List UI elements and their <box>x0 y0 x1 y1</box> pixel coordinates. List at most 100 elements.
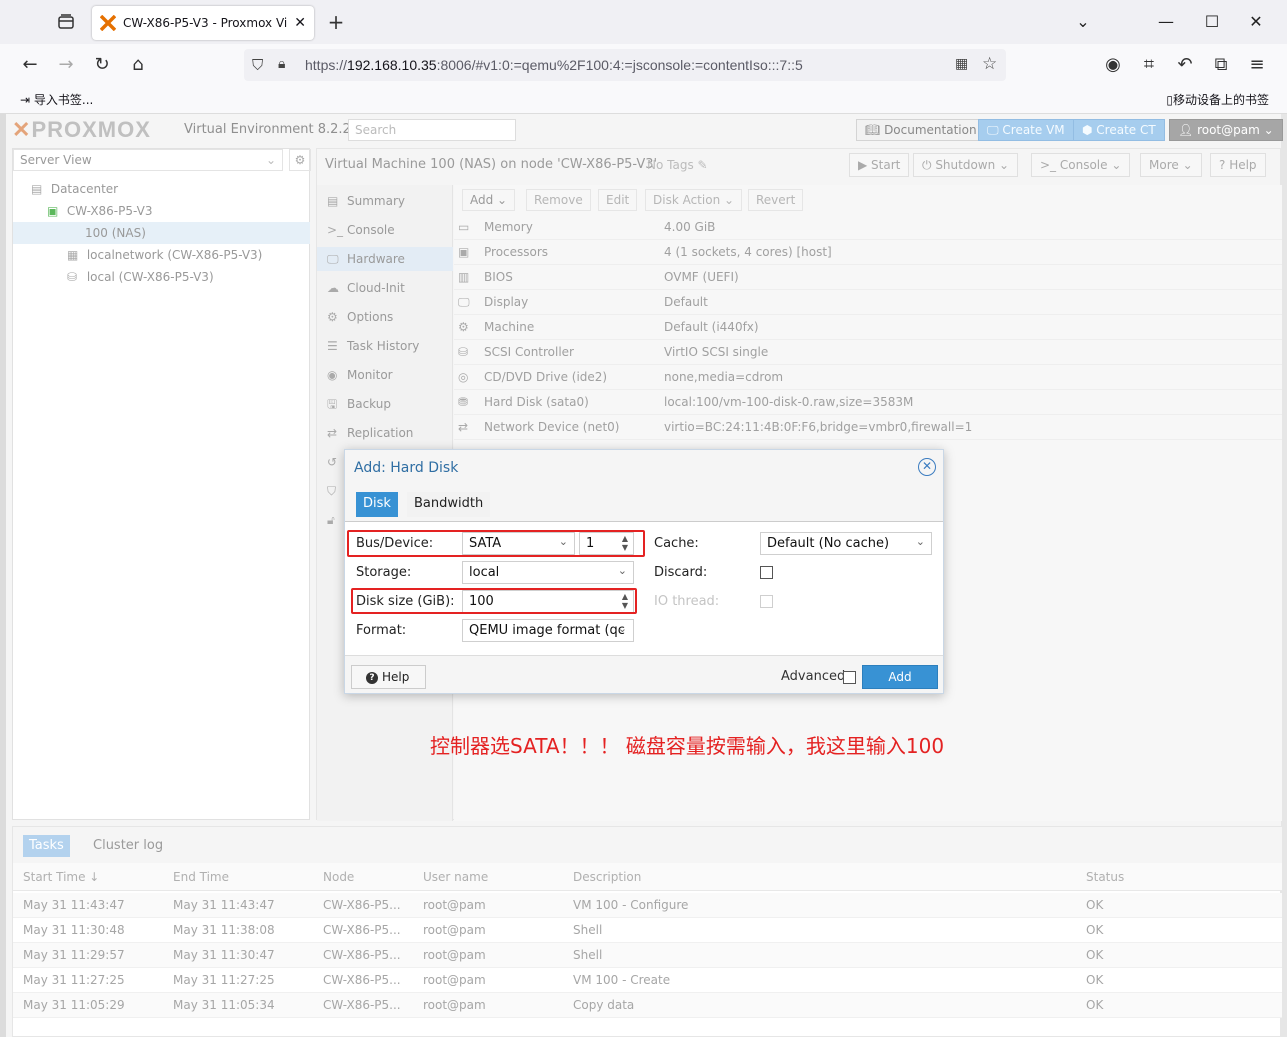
start-button[interactable]: ▶ Start <box>849 153 910 177</box>
cell-status: OK <box>1086 973 1104 987</box>
tree-node-vm-100[interactable]: 100 (NAS) <box>13 222 310 244</box>
cell-node: CW-X86-P5... <box>323 998 401 1012</box>
create-vm-button[interactable]: 🖵︎ Create VM <box>978 119 1074 141</box>
hardware-row[interactable]: ⛁ SCSI Controller VirtIO SCSI single <box>454 340 1282 365</box>
tab-list-icon[interactable] <box>56 12 76 32</box>
hardware-key: BIOS <box>484 270 513 284</box>
col-user-name[interactable]: User name <box>423 870 488 884</box>
vm-title: Virtual Machine 100 (NAS) on node 'CW-X8… <box>325 157 658 172</box>
reload-icon[interactable]: ↻ <box>90 53 114 77</box>
maximize-icon[interactable]: ☐ <box>1202 12 1222 32</box>
cache-select[interactable]: Default (No cache) ⌄ <box>760 532 932 555</box>
shield-icon[interactable]: ⛉ <box>252 56 263 74</box>
search-input[interactable]: Search <box>348 119 516 141</box>
nav-console[interactable]: >_ Console <box>317 218 453 242</box>
undo-icon[interactable]: ↶ <box>1173 53 1197 77</box>
cdrom-icon: ◎ <box>458 370 469 384</box>
col-node[interactable]: Node <box>323 870 354 884</box>
table-row[interactable]: May 31 11:43:47 May 31 11:43:47 CW-X86-P5.… <box>13 893 1282 918</box>
dialog-add-button[interactable]: Add <box>862 665 938 689</box>
import-bookmarks-link[interactable]: ⇥ 导入书签... <box>20 91 93 108</box>
gear-icon[interactable]: ⚙ <box>289 149 311 171</box>
discard-checkbox[interactable] <box>760 566 773 579</box>
close-icon[interactable]: ✕ <box>918 458 936 476</box>
hardware-row[interactable]: ⇄ Network Device (net0) virtio=BC:24:11:4B… <box>454 415 1282 440</box>
close-tab-icon[interactable]: ✕ <box>294 15 306 31</box>
table-row[interactable]: May 31 11:27:25 May 31 11:27:25 CW-X86-P5.… <box>13 968 1282 993</box>
hardware-row[interactable]: ▥ BIOS OVMF (UEFI) <box>454 265 1282 290</box>
col-status[interactable]: Status <box>1086 870 1124 884</box>
table-row[interactable]: May 31 11:30:48 May 31 11:38:08 CW-X86-P5.… <box>13 918 1282 943</box>
help-button[interactable]: ? Help <box>1210 153 1266 177</box>
proxmox-favicon-icon <box>99 14 117 32</box>
hardware-row[interactable]: ⚙ Machine Default (i440fx) <box>454 315 1282 340</box>
format-select[interactable]: QEMU image format (qc ⌄ <box>462 619 634 642</box>
advanced-checkbox[interactable] <box>843 671 856 684</box>
lock-icon[interactable]: 🔒︎ <box>278 56 285 72</box>
nav-monitor[interactable]: ◉ Monitor <box>317 363 453 387</box>
url-bar[interactable]: ⛉ 🔒︎ https://192.168.10.35:8006/#v1:0:=q… <box>244 49 1006 81</box>
col-description[interactable]: Description <box>573 870 641 884</box>
chevron-down-icon[interactable]: ⌄ <box>1073 12 1093 32</box>
nav-options[interactable]: ⚙ Options <box>317 305 453 329</box>
nav-task-history[interactable]: ☰ Task History <box>317 334 453 358</box>
tab-bandwidth[interactable]: Bandwidth <box>407 492 491 517</box>
bios-icon: ▥ <box>458 270 470 284</box>
home-icon[interactable]: ⌂ <box>126 53 150 77</box>
account-icon[interactable]: ◉ <box>1101 53 1125 77</box>
tree-node-local-storage[interactable]: ⛁ local (CW-X86-P5-V3) <box>67 266 214 288</box>
create-ct-button[interactable]: ⬢ Create CT <box>1073 119 1165 141</box>
table-row[interactable]: May 31 11:05:29 May 31 11:05:34 CW-X86-P5.… <box>13 993 1282 1018</box>
user-menu-button[interactable]: 👤︎ root@pam ⌄ <box>1169 119 1283 141</box>
no-tags-label[interactable]: No Tags ✎ <box>647 158 708 172</box>
edit-button[interactable]: Edit <box>598 189 638 211</box>
storage-select[interactable]: local ⌄ <box>462 561 634 584</box>
revert-button[interactable]: Revert <box>748 189 804 211</box>
io-thread-checkbox[interactable] <box>760 595 773 608</box>
hardware-row[interactable]: ▣ Processors 4 (1 sockets, 4 cores) [host] <box>454 240 1282 265</box>
screenshot-icon[interactable]: ⌗ <box>1137 53 1161 77</box>
new-tab-icon[interactable]: + <box>326 12 346 32</box>
tab-tasks[interactable]: Tasks <box>23 835 70 857</box>
version-label: Virtual Environment 8.2.2 <box>184 122 351 137</box>
nav-cloud-init[interactable]: ☁ Cloud-Init <box>317 276 453 300</box>
documentation-button[interactable]: 📖︎ Documentation <box>856 119 986 141</box>
col-end-time[interactable]: End Time <box>173 870 229 884</box>
qr-code-icon[interactable]: ▦ <box>955 56 968 72</box>
nav-hardware[interactable]: 🖵︎ Hardware <box>317 247 453 271</box>
nav-replication[interactable]: ⇄ Replication <box>317 421 453 445</box>
extensions-icon[interactable]: ⧉ <box>1209 53 1233 77</box>
nav-summary[interactable]: ▤ Summary <box>317 189 453 213</box>
browser-tab[interactable]: CW-X86-P5-V3 - Proxmox Vi ✕ <box>92 6 314 40</box>
menu-icon[interactable]: ≡ <box>1245 53 1269 77</box>
forward-icon[interactable]: → <box>54 53 78 77</box>
add-hardware-button[interactable]: Add ⌄ <box>462 189 516 211</box>
dialog-help-button[interactable]: ? Help <box>351 665 426 689</box>
shutdown-button[interactable]: ⏻ Shutdown ⌄ <box>913 153 1019 177</box>
tree-node-host[interactable]: ▣ CW-X86-P5-V3 <box>47 200 152 222</box>
url-text[interactable]: https://192.168.10.35:8006/#v1:0:=qemu%2… <box>305 57 803 73</box>
remove-button[interactable]: Remove <box>526 189 591 211</box>
star-icon[interactable]: ☆ <box>982 54 997 74</box>
tree-node-localnetwork[interactable]: ▦ localnetwork (CW-X86-P5-V3) <box>67 244 262 266</box>
mobile-bookmarks-link[interactable]: ▯移动设备上的书签 <box>1166 91 1269 108</box>
hardware-row[interactable]: ⛃ Hard Disk (sata0) local:100/vm-100-disk-… <box>454 390 1282 415</box>
minimize-icon[interactable]: — <box>1156 12 1176 32</box>
server-view-select[interactable]: Server View ⌄ <box>13 149 283 171</box>
nav-backup[interactable]: 🖫︎ Backup <box>317 392 453 416</box>
back-icon[interactable]: ← <box>18 53 42 77</box>
hardware-row[interactable]: ◎ CD/DVD Drive (ide2) none,media=cdrom <box>454 365 1282 390</box>
hardware-row[interactable]: ▭ Memory 4.00 GiB <box>454 215 1282 240</box>
window-close-icon[interactable]: ✕ <box>1246 12 1266 32</box>
disk-action-button[interactable]: Disk Action ⌄ <box>645 189 743 211</box>
console-button[interactable]: >_ Console ⌄ <box>1031 153 1131 177</box>
table-row[interactable]: May 31 11:29:57 May 31 11:30:47 CW-X86-P5.… <box>13 943 1282 968</box>
gear-icon: ⚙ <box>327 310 338 324</box>
col-start-time[interactable]: Start Time ↓ <box>23 870 99 884</box>
more-button[interactable]: More ⌄ <box>1140 153 1202 177</box>
highlight-bus-device <box>347 530 645 557</box>
hardware-row[interactable]: 🖵︎ Display Default <box>454 290 1282 315</box>
tab-cluster-log[interactable]: Cluster log <box>87 835 169 857</box>
tab-disk[interactable]: Disk <box>356 492 398 517</box>
tree-node-datacenter[interactable]: ▤ Datacenter <box>31 178 118 200</box>
